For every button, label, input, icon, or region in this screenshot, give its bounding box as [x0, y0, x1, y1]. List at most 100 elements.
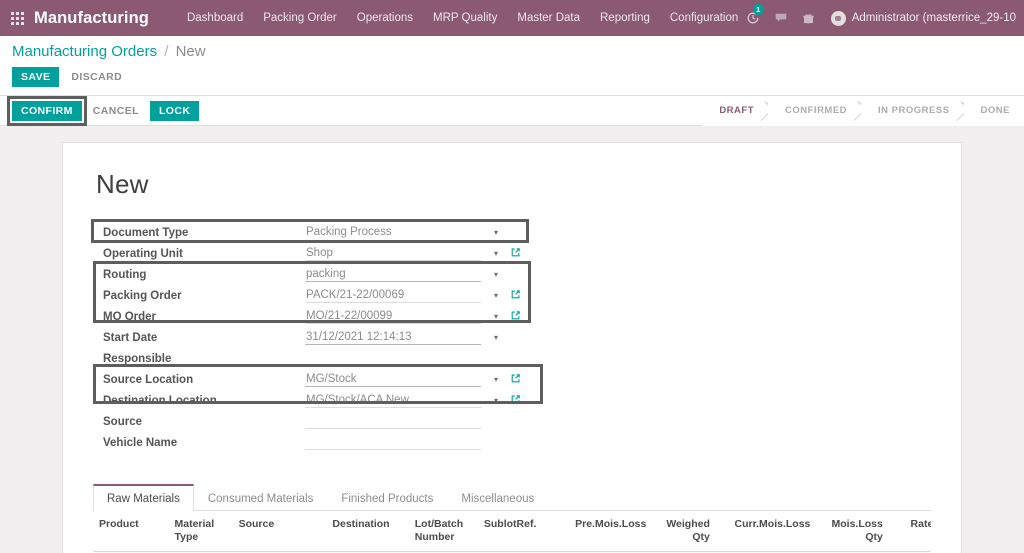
form-view-scroll-area: New Document Type Packing Process ▾ Oper… — [0, 126, 1024, 553]
breadcrumb-root-link[interactable]: Manufacturing Orders — [12, 43, 157, 60]
chat-bubble-icon[interactable] — [767, 0, 795, 36]
packing-order-value[interactable]: PACK/21-22/00069 — [305, 288, 481, 303]
menu-item-configuration[interactable]: Configuration — [660, 0, 748, 36]
external-link-icon[interactable] — [510, 247, 521, 258]
activity-count-badge: 1 — [753, 4, 764, 15]
caret-placeholder-source — [485, 411, 507, 432]
status-stage-confirmed[interactable]: CONFIRMED — [768, 96, 861, 126]
chevron-down-icon-packing-order[interactable]: ▾ — [485, 285, 507, 306]
confirm-button[interactable]: CONFIRM — [12, 101, 82, 121]
status-stage-in-progress[interactable]: IN PROGRESS — [861, 96, 964, 126]
label-responsible: Responsible — [93, 348, 305, 369]
start-date-value[interactable]: 31/12/2021 12:14:13 — [305, 330, 481, 345]
responsible-value[interactable] — [305, 351, 481, 366]
col-lot-batch-number[interactable]: Lot/Batch Number — [409, 511, 478, 552]
app-brand-title[interactable]: Manufacturing — [34, 9, 149, 28]
field-routing[interactable]: packing — [305, 264, 485, 285]
chevron-down-icon-source-location[interactable]: ▾ — [485, 369, 507, 390]
external-link-icon[interactable] — [510, 373, 521, 384]
label-vehicle-name: Vehicle Name — [93, 432, 305, 453]
col-mois-loss-qty[interactable]: Mois.Loss Qty — [816, 511, 888, 552]
menu-item-master-data[interactable]: Master Data — [507, 0, 590, 36]
status-stage-draft[interactable]: DRAFT — [702, 96, 768, 126]
raw-materials-list: Product Material Type Source Destination… — [93, 511, 931, 553]
source-value[interactable] — [305, 414, 481, 429]
external-link-icon[interactable] — [510, 310, 521, 321]
field-row-vehicle-name: Vehicle Name — [93, 432, 529, 453]
save-button[interactable]: SAVE — [12, 67, 59, 87]
field-row-destination-location: Destination Location MG/Stock/ACA New ▾ — [93, 390, 529, 411]
lock-button[interactable]: LOCK — [150, 101, 199, 121]
col-pre-mois-loss[interactable]: Pre.Mois.Loss — [552, 511, 653, 552]
menu-item-dashboard[interactable]: Dashboard — [177, 0, 253, 36]
label-mo-order: MO Order — [93, 306, 305, 327]
field-start-date[interactable]: 31/12/2021 12:14:13 — [305, 327, 485, 348]
destination-location-value[interactable]: MG/Stock/ACA New — [305, 393, 481, 408]
field-destination-location[interactable]: MG/Stock/ACA New — [305, 390, 485, 411]
col-rate[interactable]: Rate — [889, 511, 931, 552]
field-source[interactable] — [305, 411, 485, 432]
chevron-down-icon-operating-unit[interactable]: ▾ — [485, 243, 507, 264]
clock-activity-icon[interactable]: 1 — [739, 0, 767, 36]
tab-finished-products[interactable]: Finished Products — [327, 485, 447, 511]
internal-link-packing-order[interactable] — [507, 285, 529, 306]
notebook: Raw Materials Consumed Materials Finishe… — [93, 483, 931, 553]
apps-grid-icon[interactable] — [0, 12, 34, 25]
tab-miscellaneous[interactable]: Miscellaneous — [447, 485, 548, 511]
menu-item-mrp-quality[interactable]: MRP Quality — [423, 0, 507, 36]
field-document-type[interactable]: Packing Process — [305, 222, 485, 243]
field-row-mo-order: MO Order MO/21-22/00099 ▾ — [93, 306, 529, 327]
tab-raw-materials[interactable]: Raw Materials — [93, 484, 194, 511]
field-row-source-location: Source Location MG/Stock ▾ — [93, 369, 529, 390]
gift-icon[interactable] — [795, 0, 823, 36]
field-vehicle-name[interactable] — [305, 432, 485, 453]
user-menu[interactable]: Administrator (masterrice_29-10 — [823, 11, 1022, 26]
external-link-icon[interactable] — [510, 394, 521, 405]
ext-placeholder-responsible — [507, 348, 529, 369]
field-row-routing: Routing packing ▾ — [93, 264, 529, 285]
operating-unit-value[interactable]: Shop — [305, 246, 481, 261]
chevron-down-icon-document-type[interactable]: ▾ — [485, 222, 507, 243]
routing-value[interactable]: packing — [305, 267, 481, 282]
cancel-button[interactable]: CANCEL — [91, 101, 141, 121]
col-destination[interactable]: Destination — [326, 511, 408, 552]
discard-button[interactable]: DISCARD — [69, 67, 124, 87]
col-curr-mois-loss[interactable]: Curr.Mois.Loss — [716, 511, 817, 552]
chevron-down-icon-start-date[interactable]: ▾ — [485, 327, 507, 348]
tab-consumed-materials[interactable]: Consumed Materials — [194, 485, 327, 511]
field-row-responsible: Responsible — [93, 348, 529, 369]
menu-item-packing-order[interactable]: Packing Order — [253, 0, 347, 36]
mo-order-value[interactable]: MO/21-22/00099 — [305, 309, 481, 324]
col-source[interactable]: Source — [233, 511, 327, 552]
col-sublot-ref[interactable]: SublotRef. — [478, 511, 552, 552]
ext-placeholder-vehicle-name — [507, 432, 529, 453]
internal-link-mo-order[interactable] — [507, 306, 529, 327]
internal-link-source-location[interactable] — [507, 369, 529, 390]
chevron-down-icon-destination-location[interactable]: ▾ — [485, 390, 507, 411]
internal-link-destination-location[interactable] — [507, 390, 529, 411]
status-stage-done[interactable]: DONE — [964, 96, 1024, 126]
label-operating-unit: Operating Unit — [93, 243, 305, 264]
chevron-down-icon-routing[interactable]: ▾ — [485, 264, 507, 285]
external-link-icon[interactable] — [510, 289, 521, 300]
raw-materials-table: Product Material Type Source Destination… — [93, 511, 931, 553]
caret-placeholder-responsible — [485, 348, 507, 369]
ext-placeholder-document-type — [507, 222, 529, 243]
col-material-type[interactable]: Material Type — [169, 511, 233, 552]
field-responsible[interactable] — [305, 348, 485, 369]
field-operating-unit[interactable]: Shop — [305, 243, 485, 264]
label-source: Source — [93, 411, 305, 432]
source-location-value[interactable]: MG/Stock — [305, 372, 481, 387]
menu-item-operations[interactable]: Operations — [347, 0, 423, 36]
col-product[interactable]: Product — [93, 511, 169, 552]
vehicle-name-value[interactable] — [305, 435, 481, 450]
field-packing-order[interactable]: PACK/21-22/00069 — [305, 285, 485, 306]
document-type-value[interactable]: Packing Process — [305, 225, 481, 240]
form-sheet: New Document Type Packing Process ▾ Oper… — [62, 142, 962, 553]
field-source-location[interactable]: MG/Stock — [305, 369, 485, 390]
col-weighed-qty[interactable]: Weighed Qty — [652, 511, 716, 552]
internal-link-operating-unit[interactable] — [507, 243, 529, 264]
chevron-down-icon-mo-order[interactable]: ▾ — [485, 306, 507, 327]
menu-item-reporting[interactable]: Reporting — [590, 0, 660, 36]
field-mo-order[interactable]: MO/21-22/00099 — [305, 306, 485, 327]
